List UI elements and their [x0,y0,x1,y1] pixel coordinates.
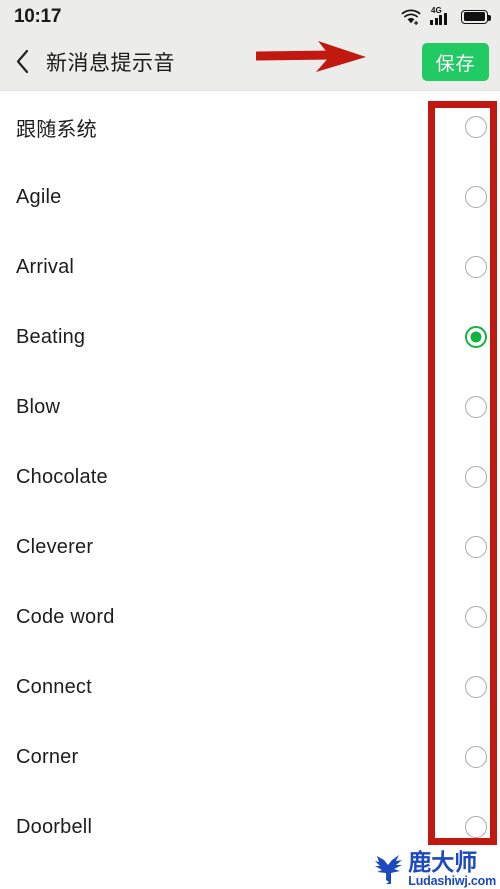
radio-button[interactable] [465,396,487,418]
phone-screen: 10:17 4G 新消息提示音 保存 跟随系统 Agile Arrival Be… [0,0,500,889]
radio-button[interactable] [465,606,487,628]
list-item-label: Cleverer [16,535,94,558]
status-bar-clock: 10:17 [14,5,62,27]
status-bar: 10:17 4G [0,0,500,33]
signal-bar-2 [434,17,438,25]
battery-icon [461,9,491,24]
radio-button[interactable] [465,116,487,138]
list-item-label: Connect [16,675,92,698]
chevron-left-icon [15,49,30,74]
list-item-partial[interactable] [0,862,500,889]
list-item[interactable]: Chocolate [0,442,500,512]
list-item-label: Blow [16,395,61,418]
list-item-label: 跟随系统 [16,118,97,141]
list-item[interactable]: 跟随系统 [0,92,500,162]
list-item[interactable]: Cleverer [0,512,500,582]
list-item-label: Corner [16,745,79,768]
radio-button[interactable] [465,816,487,838]
list-item-label: Doorbell [16,815,93,838]
list-item[interactable]: Code word [0,582,500,652]
radio-button-selected[interactable] [465,326,487,348]
signal-bar-1 [430,20,433,25]
page-title: 新消息提示音 [46,51,175,75]
list-item-label: Beating [16,325,86,348]
signal-bar-4 [443,12,447,25]
list-item-label: Agile [16,185,62,208]
list-item[interactable]: Connect [0,652,500,722]
back-button[interactable] [0,33,44,91]
list-item-selected[interactable]: Beating [0,302,500,372]
list-item[interactable]: Arrival [0,232,500,302]
battery-fill [463,12,486,21]
list-item-label: Arrival [16,255,75,278]
radio-button[interactable] [465,676,487,698]
signal-bars-icon: 4G [430,6,452,25]
app-header: 新消息提示音 保存 [0,33,500,91]
wifi-icon [401,9,421,25]
save-button[interactable]: 保存 [422,43,489,81]
signal-bar-3 [439,15,442,25]
list-item-label: Chocolate [16,465,108,488]
list-item[interactable]: Doorbell [0,792,500,862]
radio-button[interactable] [465,466,487,488]
radio-button[interactable] [465,746,487,768]
list-item[interactable]: Agile [0,162,500,232]
radio-button[interactable] [465,256,487,278]
list-item[interactable]: Blow [0,372,500,442]
list-item-label: Code word [16,605,115,628]
list-item[interactable]: Corner [0,722,500,792]
radio-button[interactable] [465,186,487,208]
status-bar-icons: 4G [401,6,491,25]
ringtone-list[interactable]: 跟随系统 Agile Arrival Beating Blow Chocolat… [0,92,500,889]
network-type-label: 4G [431,6,442,15]
radio-button[interactable] [465,536,487,558]
